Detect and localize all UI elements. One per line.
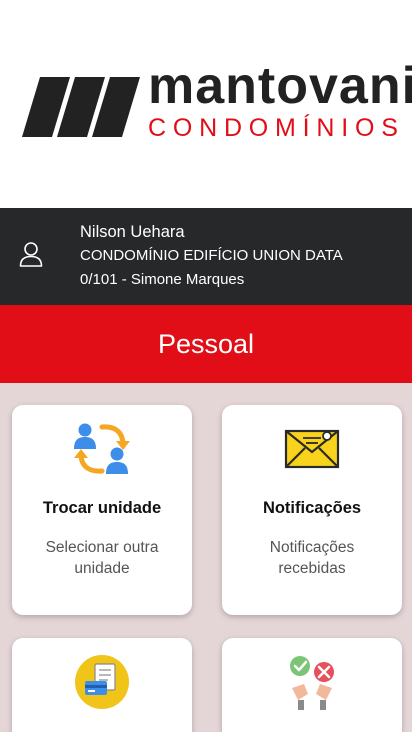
envelope-icon <box>284 429 340 469</box>
notifications-card[interactable]: Notificações Notificações recebidas <box>222 405 402 615</box>
unit-label: 0/101 - Simone Marques <box>80 271 245 288</box>
card-title: Notificações <box>262 499 362 517</box>
swap-users-icon <box>74 423 130 474</box>
card-description: Selecionar outra unidade <box>45 539 159 577</box>
payment-bill-icon <box>75 655 129 709</box>
switch-unit-card[interactable]: Trocar unidade Selecionar outra unidade <box>12 405 192 615</box>
card-description: Notificações recebidas <box>269 539 355 577</box>
user-name: Nilson Uehara <box>80 223 185 241</box>
condominium-name: CONDOMÍNIO EDIFÍCIO UNION DATA <box>80 247 343 264</box>
user-info-bar[interactable]: Nilson Uehara CONDOMÍNIO EDIFÍCIO UNION … <box>0 208 412 305</box>
user-icon <box>19 242 43 267</box>
brand-stripes-logo <box>22 77 140 137</box>
approvals-card[interactable] <box>222 638 402 732</box>
section-title: Pessoal <box>0 305 412 383</box>
brand-name: mantovani <box>148 57 412 115</box>
approval-vote-icon <box>290 656 334 710</box>
brand-header: mantovani CONDOMÍNIOS <box>0 0 412 208</box>
card-title: Trocar unidade <box>42 499 162 517</box>
payments-card[interactable] <box>12 638 192 732</box>
brand-subtitle: CONDOMÍNIOS <box>148 114 405 142</box>
